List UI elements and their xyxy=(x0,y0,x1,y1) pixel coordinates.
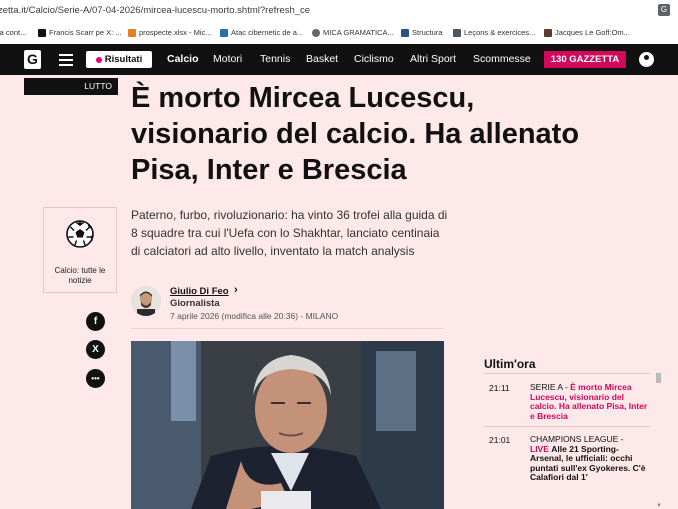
article-headline: È morto Mircea Lucescu, visionario del c… xyxy=(131,82,580,186)
author-name-link[interactable]: Giulio Di Feo xyxy=(170,286,229,297)
bookmark-item[interactable]: Leçons & exercices... xyxy=(453,28,535,37)
gazzetta-logo[interactable]: G xyxy=(24,50,41,69)
bookmark-item[interactable]: la cont... xyxy=(0,28,26,37)
book-icon xyxy=(453,28,461,37)
calcio-news-label: Calcio: tutte le notizie xyxy=(54,266,106,285)
ultimora-title: Ultim'ora xyxy=(484,357,536,371)
translate-icon[interactable]: G xyxy=(658,4,670,16)
x-share-icon[interactable]: X xyxy=(86,340,105,359)
bookmark-item[interactable]: prospecte.xlsx - Mic... xyxy=(128,28,212,37)
address-bar[interactable]: zetta.it/Calcio/Serie-A/07-04-2026/mirce… xyxy=(0,0,678,23)
live-dot-icon xyxy=(95,56,102,63)
site-nav: G Risultati Calcio Motori Tennis Basket … xyxy=(0,44,678,75)
news-time: 21:11 xyxy=(489,383,510,393)
news-section: CHAMPIONS LEAGUE - xyxy=(530,434,624,444)
divider xyxy=(484,426,650,427)
excel-icon xyxy=(128,28,136,37)
divider xyxy=(131,328,444,329)
article-date: 7 aprile 2026 (modifica alle 20:36) - MI… xyxy=(170,311,339,321)
site-icon xyxy=(401,28,409,37)
article-summary: Paterno, furbo, rivoluzionario: ha vinto… xyxy=(131,208,448,258)
scroll-down-icon[interactable]: ▼ xyxy=(656,503,662,509)
user-icon[interactable] xyxy=(639,52,654,67)
url-text[interactable]: zetta.it/Calcio/Serie-A/07-04-2026/mirce… xyxy=(0,5,310,16)
news-time: 21:01 xyxy=(489,435,511,445)
nav-item-basket[interactable]: Basket xyxy=(306,53,338,65)
nav-item-calcio[interactable]: Calcio xyxy=(167,53,199,65)
nav-item-ciclismo[interactable]: Ciclismo xyxy=(354,53,394,65)
doc-icon xyxy=(544,28,552,37)
calcio-news-card[interactable]: Calcio: tutte le notizie xyxy=(43,207,117,293)
risultati-button[interactable]: Risultati xyxy=(86,51,152,68)
news-section: SERIE A - xyxy=(530,382,571,392)
chevron-right-icon[interactable]: › xyxy=(234,284,238,296)
nav-item-altri-sport[interactable]: Altri Sport xyxy=(410,53,456,65)
article-photo[interactable] xyxy=(131,341,444,509)
more-options-icon[interactable]: ••• xyxy=(86,369,105,388)
news-item[interactable]: SERIE A - È morto Mircea Lucescu, vision… xyxy=(530,382,648,421)
bookmark-item[interactable]: Atac cibernetic de a... xyxy=(220,28,303,37)
author-photo xyxy=(131,286,161,316)
site-icon xyxy=(220,28,228,37)
menu-icon[interactable] xyxy=(59,54,73,69)
bookmark-item[interactable]: Jacques Le Goff:Om... xyxy=(544,28,630,37)
bookmark-item[interactable]: Francis Scarr pe X: ... xyxy=(38,28,122,37)
soccer-ball-icon xyxy=(66,220,94,248)
scrollbar-thumb[interactable] xyxy=(656,373,661,383)
globe-icon xyxy=(312,28,320,37)
lucescu-portrait xyxy=(131,341,444,509)
live-badge: LIVE xyxy=(530,443,549,454)
gazzetta-subscribe-button[interactable]: 130 GAZZETTA xyxy=(544,51,626,68)
facebook-icon[interactable]: f xyxy=(86,312,105,331)
divider xyxy=(484,373,650,374)
category-tag[interactable]: LUTTO xyxy=(24,78,118,95)
bookmarks-bar: la cont... Francis Scarr pe X: ... prosp… xyxy=(0,22,678,45)
author-avatar[interactable] xyxy=(131,286,161,316)
bookmark-item[interactable]: MICA GRAMATICA... xyxy=(312,28,394,37)
nav-item-tennis[interactable]: Tennis xyxy=(260,53,290,65)
news-item[interactable]: CHAMPIONS LEAGUE - LIVE Alle 21 Sporting… xyxy=(530,434,648,483)
nav-item-motori[interactable]: Motori xyxy=(213,53,242,65)
x-icon xyxy=(38,28,46,37)
bookmark-item[interactable]: Structura xyxy=(401,28,442,37)
author-role: Giornalista xyxy=(170,298,220,309)
nav-item-scommesse[interactable]: Scommesse xyxy=(473,53,531,65)
